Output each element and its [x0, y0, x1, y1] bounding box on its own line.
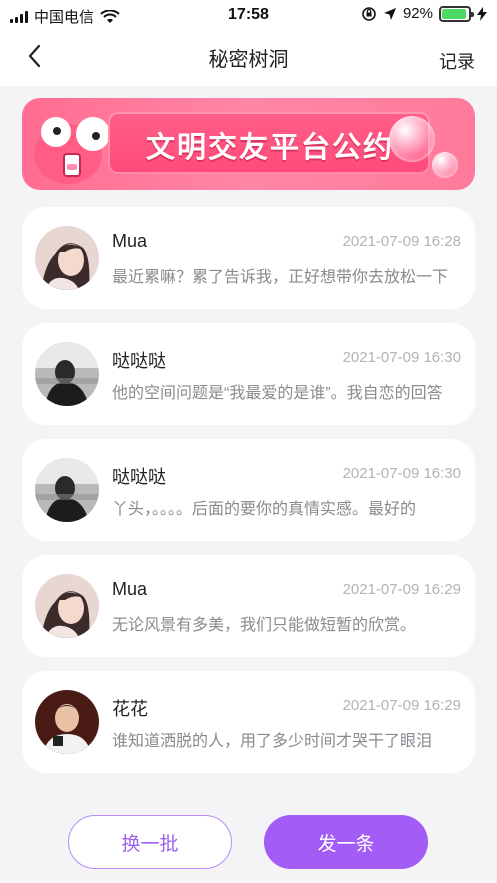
post-message: 无论风景有多美，我们只能做短暂的欣赏。	[112, 617, 417, 634]
post-author: 花花	[112, 699, 148, 719]
record-button[interactable]: 记录	[439, 48, 475, 74]
location-icon	[383, 7, 396, 20]
status-right: 92%	[361, 5, 487, 22]
post-time: 2021-07-09 16:29	[342, 697, 461, 714]
post-card[interactable]: 花花 2021-07-09 16:29 谁知道洒脱的人，用了多少时间才哭干了眼泪	[22, 671, 475, 773]
rotation-lock-icon	[362, 6, 376, 21]
post-card[interactable]: 哒哒哒 2021-07-09 16:30 他的空间问题是“我最爱的是谁”。我自恋…	[22, 323, 475, 425]
post-author: Mua	[112, 579, 148, 599]
charging-icon	[477, 6, 487, 21]
post-card[interactable]: Mua 2021-07-09 16:29 无论风景有多美，我们只能做短暂的欣赏。	[22, 555, 475, 657]
post-time: 2021-07-09 16:28	[342, 233, 461, 250]
bubble-large	[389, 116, 435, 162]
battery-percent: 92%	[402, 5, 433, 22]
page-title: 秘密树洞	[208, 49, 289, 71]
post-message: 最近累嘛？累了告诉我，正好想带你去放松一下	[112, 269, 449, 286]
battery-icon	[439, 5, 474, 22]
post-message: 丫头，。。。。后面的要你的真情实感。最好的	[112, 501, 417, 518]
post-button[interactable]: 发一条	[264, 815, 428, 869]
post-time: 2021-07-09 16:29	[342, 581, 461, 598]
screen: 中国电信 17:58 92% 秘密树洞 记录 文明交友平台公约 Mua 2021…	[0, 0, 497, 883]
post-message: 他的空间问题是“我最爱的是谁”。我自恋的回答	[112, 385, 443, 402]
battery-fill	[442, 8, 466, 19]
platform-rules-banner[interactable]: 文明交友平台公约	[22, 98, 475, 190]
post-time: 2021-07-09 16:30	[342, 349, 461, 366]
avatar	[35, 226, 99, 290]
bubble-small	[432, 152, 458, 178]
post-card[interactable]: 哒哒哒 2021-07-09 16:30 丫头，。。。。后面的要你的真情实感。最…	[22, 439, 475, 541]
post-author: 哒哒哒	[112, 467, 166, 487]
change-batch-button[interactable]: 换一批	[68, 815, 232, 869]
avatar	[35, 458, 99, 522]
cartoon-face-icon	[34, 117, 110, 184]
avatar	[35, 342, 99, 406]
post-message: 谁知道洒脱的人，用了多少时间才哭干了眼泪	[112, 733, 433, 750]
post-card[interactable]: Mua 2021-07-09 16:28 最近累嘛？累了告诉我，正好想带你去放松…	[22, 207, 475, 309]
banner-title: 文明交友平台公约	[145, 130, 394, 164]
post-author: Mua	[112, 231, 148, 251]
status-bar: 中国电信 17:58 92%	[0, 0, 497, 30]
avatar	[35, 574, 99, 638]
avatar	[35, 690, 99, 754]
post-author: 哒哒哒	[112, 351, 166, 371]
post-time: 2021-07-09 16:30	[342, 465, 461, 482]
nav-bar: 秘密树洞 记录	[0, 30, 497, 86]
